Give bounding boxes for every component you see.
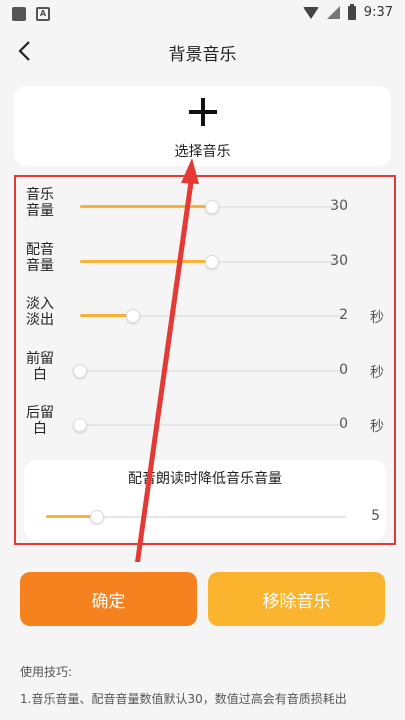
- status-time: 9:37: [363, 5, 393, 20]
- slider-knob[interactable]: [90, 510, 104, 524]
- select-music-card[interactable]: 选择音乐: [14, 86, 391, 166]
- duck-title: 配音朗读时降低音乐音量: [128, 471, 282, 487]
- select-music-label: 选择音乐: [174, 144, 231, 160]
- slider-value: 2: [339, 307, 348, 323]
- lead-silence-row: 前留白 0 秒: [16, 351, 394, 391]
- signal-icon: [326, 6, 340, 19]
- music-volume-row: 音乐音量 30: [16, 187, 394, 227]
- slider-knob[interactable]: [205, 255, 219, 269]
- slider-knob[interactable]: [73, 418, 87, 432]
- slider-fill: [80, 205, 212, 208]
- tips-title: 使用技巧:: [20, 665, 73, 679]
- slider-fill: [80, 314, 133, 317]
- slider-label: 配音音量: [26, 242, 54, 274]
- plus-icon: [189, 98, 217, 126]
- slider-label: 前留白: [26, 351, 54, 383]
- slider-label: 音乐音量: [26, 187, 54, 219]
- square-icon: [12, 7, 26, 21]
- slider-knob[interactable]: [73, 364, 87, 378]
- voice-volume-slider[interactable]: [80, 255, 344, 269]
- fade-slider[interactable]: [80, 309, 344, 323]
- slider-label: 后留白: [26, 405, 54, 437]
- a-icon: A: [36, 7, 50, 21]
- fade-row: 淡入淡出 2 秒: [16, 296, 394, 336]
- slider-unit: 秒: [370, 310, 384, 326]
- confirm-button[interactable]: 确定: [20, 572, 197, 626]
- slider-label: 淡入淡出: [26, 296, 54, 328]
- duck-card: 配音朗读时降低音乐音量 5: [24, 460, 386, 540]
- slider-value: 30: [330, 253, 348, 269]
- tips-line: 1.音乐音量、配音音量数值默认30，数值过高会有音质损耗出: [20, 692, 347, 706]
- tail-silence-row: 后留白 0 秒: [16, 405, 394, 445]
- wifi-icon: [302, 6, 319, 19]
- remove-music-button[interactable]: 移除音乐: [208, 572, 385, 626]
- tail-silence-slider[interactable]: [73, 418, 344, 432]
- lead-silence-slider[interactable]: [73, 364, 344, 378]
- title-bar: 背景音乐: [0, 28, 405, 74]
- slider-value: 0: [339, 362, 348, 378]
- slider-value: 30: [330, 198, 348, 214]
- status-bar: A 9:37: [0, 0, 405, 28]
- music-volume-slider[interactable]: [80, 200, 344, 214]
- duck-value: 5: [371, 508, 380, 524]
- slider-value: 0: [339, 416, 348, 432]
- slider-unit: 秒: [370, 365, 384, 381]
- slider-fill: [80, 260, 212, 263]
- slider-unit: 秒: [370, 419, 384, 435]
- audio-settings-box: 音乐音量 30 配音音量 30 淡入淡出 2 秒 前留白 0 秒 后留白 0 秒…: [14, 175, 396, 545]
- slider-knob[interactable]: [125, 309, 140, 323]
- battery-icon: [347, 3, 356, 20]
- page-title: 背景音乐: [168, 45, 237, 65]
- duck-slider[interactable]: [46, 510, 346, 524]
- slider-knob[interactable]: [205, 200, 219, 214]
- voice-volume-row: 配音音量 30: [16, 242, 394, 282]
